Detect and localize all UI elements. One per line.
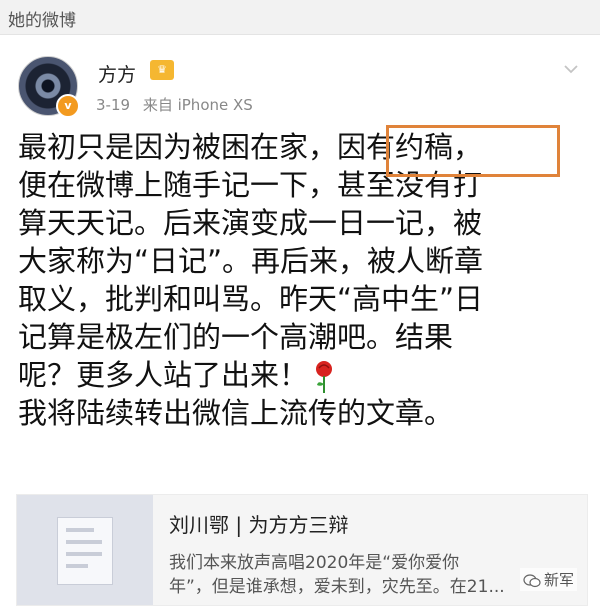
post-line: 记算是极左们的一个高潮吧。结果 (18, 320, 454, 354)
post-line: 呢？更多人站了出来！ (18, 358, 309, 392)
v-badge-icon: v (56, 94, 80, 118)
post-source: 来自 iPhone XS (142, 96, 253, 114)
author-name[interactable]: 方方 (98, 60, 136, 87)
post-line-with-emoji: 呢？更多人站了出来！ (18, 356, 584, 394)
article-desc: 我们本来放声高唱2020年是“爱你爱你 年”，但是谁承想，爱未到，灾先至。在21… (169, 551, 549, 599)
post-line: 我将陆续转出微信上流传的文章。 (18, 396, 454, 430)
post-line: 算天天记。后来演变成一日一记，被 (18, 206, 483, 240)
post-line: 取义，批判和叫骂。昨天“高中生”日 (18, 282, 484, 316)
highlight-annotation (386, 125, 560, 177)
source-logo-text: 新军 (544, 571, 575, 589)
section-header: 她的微博 (0, 0, 600, 35)
article-title: 刘川鄂 | 为方方三辩 (169, 513, 349, 537)
section-title: 她的微博 (8, 11, 76, 31)
wechat-icon (523, 573, 541, 587)
article-desc-line: 年”，但是谁承想，爱未到，灾先至。在21... (169, 577, 505, 597)
member-crown-icon: ♛ (150, 60, 174, 80)
chevron-down-icon[interactable] (562, 60, 580, 78)
post-date: 3-19 (96, 96, 131, 114)
post-meta: 3-19 来自 iPhone XS (96, 94, 261, 115)
article-desc-line: 我们本来放声高唱2020年是“爱你爱你 (169, 553, 460, 573)
source-logo: 新军 (520, 568, 578, 591)
post-line: 大家称为“日记”。再后来，被人断章 (18, 244, 484, 278)
article-thumbnail-icon (17, 495, 153, 605)
rose-icon (316, 361, 333, 393)
post-header: v 方方 ♛ 3-19 来自 iPhone XS (0, 42, 600, 122)
shared-article-card[interactable]: 刘川鄂 | 为方方三辩 我们本来放声高唱2020年是“爱你爱你 年”，但是谁承想… (16, 494, 588, 606)
